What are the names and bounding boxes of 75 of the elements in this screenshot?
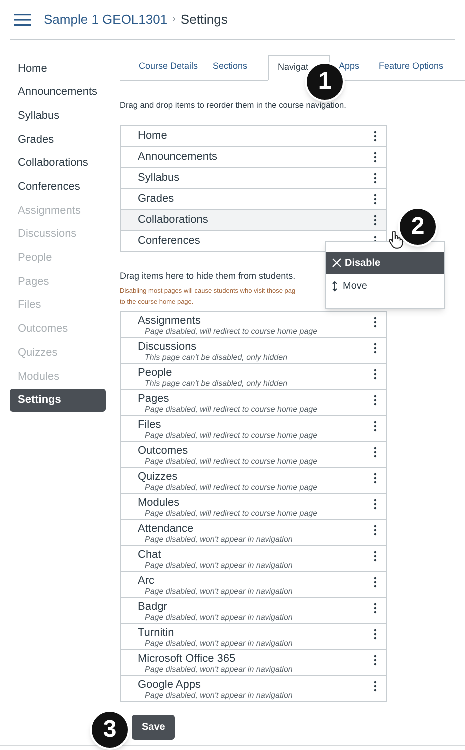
menu-item[interactable]: Disable [326, 252, 444, 274]
sidebar-item[interactable]: Collaborations [10, 152, 106, 176]
close-icon [332, 258, 342, 268]
step-number-tooltip: 3 [90, 710, 130, 750]
item-label: Google Apps [138, 678, 202, 691]
item-note: Page disabled, will redirect to course home page [145, 326, 318, 336]
hidden-heading: Drag items here to hide them from students. [120, 270, 297, 284]
item-label: People [138, 366, 174, 379]
more-options-icon[interactable] [374, 602, 377, 614]
more-options-icon[interactable] [374, 420, 377, 432]
more-options-icon[interactable] [374, 680, 377, 692]
item-label: Pages [138, 392, 170, 405]
item-label: Attendance [138, 522, 195, 535]
more-options-icon[interactable] [374, 130, 377, 142]
more-options-icon[interactable] [374, 550, 377, 562]
more-options-icon[interactable] [374, 172, 377, 184]
item-label: Chat [138, 548, 162, 561]
more-options-icon[interactable] [374, 368, 377, 380]
sidebar-item[interactable]: Syllabus [10, 104, 106, 128]
item-note: Page disabled, won't appear in navigation [145, 586, 293, 596]
item-note: Page disabled, won't appear in navigation [145, 560, 293, 570]
item-note: Page disabled, will redirect to course home page [145, 456, 318, 466]
item-note: Page disabled, will redirect to course home page [145, 508, 318, 518]
save-button[interactable]: Save [132, 714, 176, 740]
item-note: Page disabled, will redirect to course home page [145, 482, 318, 492]
tab[interactable]: Course Details [130, 54, 204, 80]
item-label: Arc [138, 574, 156, 587]
item-note: Page disabled, won't appear in navigation [145, 638, 293, 648]
item-note: Page disabled, will redirect to course home page [145, 430, 318, 440]
more-options-icon[interactable] [374, 342, 377, 354]
item-label: Turnitin [138, 626, 176, 639]
sidebar-item[interactable]: Home [10, 57, 106, 81]
breadcrumb-separator: › [172, 13, 176, 27]
sidebar-item[interactable]: Grades [10, 128, 106, 152]
item-note: Page disabled, won't appear in navigation [145, 664, 293, 674]
more-options-icon[interactable] [374, 446, 377, 458]
nav-item[interactable]: Collaborations [121, 210, 386, 232]
sidebar-item[interactable]: Conferences [10, 175, 106, 200]
item-label: Outcomes [138, 444, 190, 457]
more-options-icon[interactable] [374, 316, 377, 328]
item-label: Files [138, 418, 162, 431]
more-options-icon[interactable] [374, 152, 377, 163]
more-options-icon[interactable] [374, 524, 377, 536]
course-link[interactable]: Sample 1 GEOL1301 [44, 10, 168, 30]
item-label: Modules [138, 496, 181, 509]
item-note: This page can't be disabled, only hidden [145, 352, 288, 362]
item-label: Assignments [138, 314, 202, 327]
more-options-icon[interactable] [374, 394, 377, 406]
item-note: Page disabled, won't appear in navigation [145, 612, 293, 622]
tab[interactable]: Feature Options [370, 54, 450, 80]
more-options-icon[interactable] [374, 194, 377, 205]
tab[interactable]: Sections [204, 54, 268, 80]
more-options-icon[interactable] [374, 576, 377, 588]
step-number-tooltip: 2 [398, 207, 438, 247]
vertical-arrows-icon [332, 280, 338, 292]
sidebar-item[interactable]: Announcements [10, 80, 106, 104]
page-title: Settings [180, 10, 228, 29]
item-label: Discussions [138, 340, 198, 353]
menu-item[interactable]: Move [326, 275, 444, 297]
item-note: Page disabled, won't appear in navigation [145, 690, 293, 700]
item-note: This page can't be disabled, only hidden [145, 378, 288, 388]
item-label: Microsoft Office 365 [138, 652, 237, 665]
more-options-icon[interactable] [374, 214, 377, 226]
more-options-icon[interactable] [374, 628, 377, 640]
instructions-text: Drag and drop items to reorder them in the course navigation. [120, 99, 348, 112]
item-label: Badgr [138, 600, 168, 613]
item-note: Page disabled, will redirect to course home page [145, 404, 318, 414]
item-note: Page disabled, won't appear in navigation [145, 534, 293, 544]
tab[interactable]: Apps [330, 54, 370, 80]
sidebar-item[interactable]: Settings [10, 388, 106, 412]
more-options-icon[interactable] [374, 654, 377, 666]
item-label: Quizzes [138, 470, 179, 483]
more-options-icon[interactable] [374, 472, 377, 484]
more-options-icon[interactable] [374, 498, 377, 510]
menu-icon[interactable] [14, 14, 31, 26]
